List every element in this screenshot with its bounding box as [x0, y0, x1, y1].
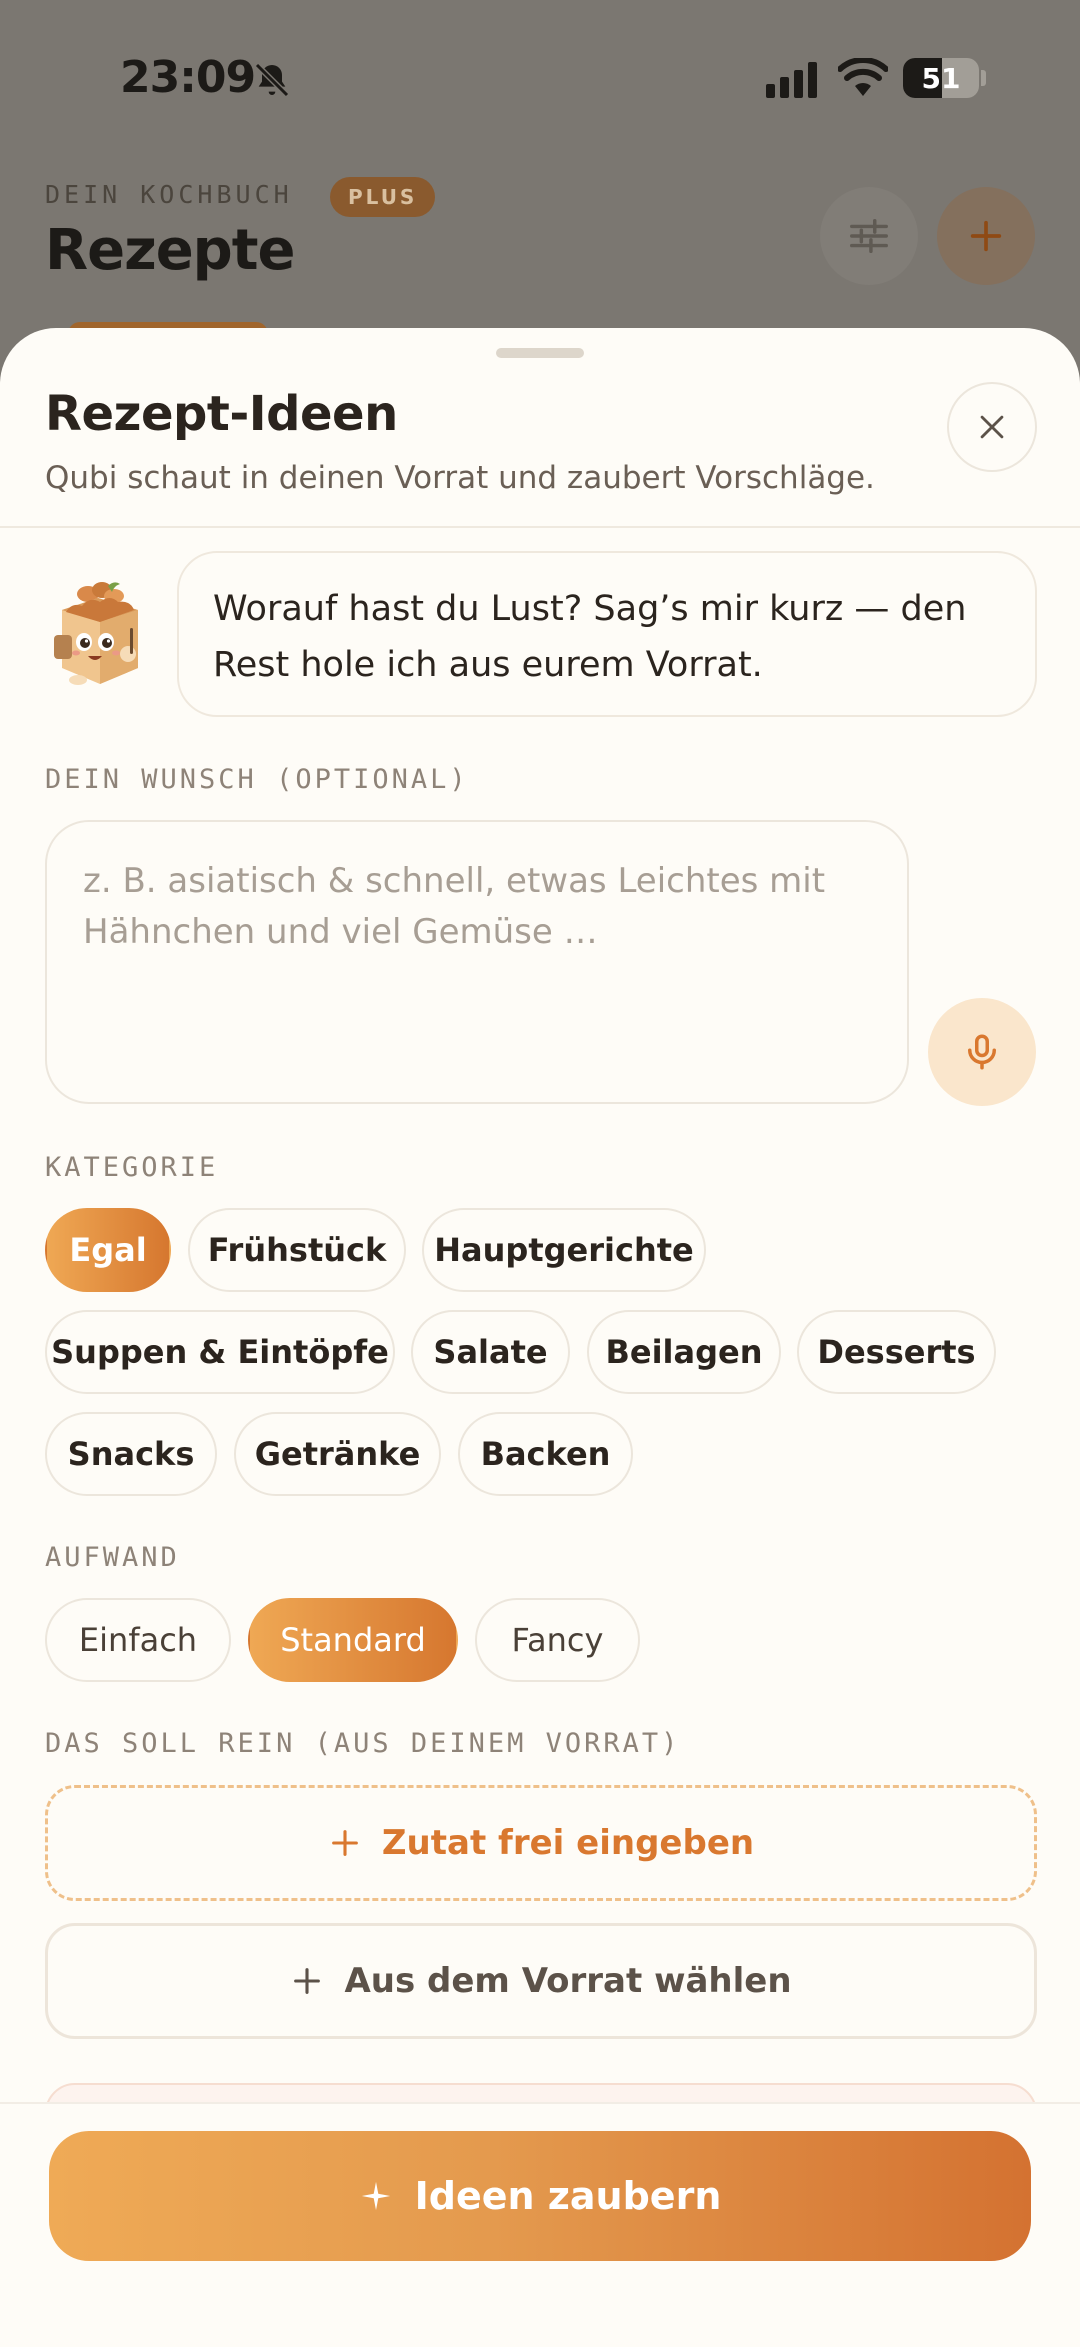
category-chip-fruehstueck[interactable]: Frühstück	[188, 1208, 406, 1292]
pantry-select-button[interactable]: Aus dem Vorrat wählen	[45, 1923, 1037, 2039]
battery-icon: 51	[903, 58, 979, 98]
battery-tip	[981, 70, 986, 86]
assistant-message: Worauf hast du Lust? Sag’s mir kurz — de…	[177, 551, 1037, 717]
drag-handle[interactable]	[496, 348, 584, 358]
category-chip-suppen[interactable]: Suppen & Eintöpfe	[45, 1310, 395, 1394]
mascot-icon	[54, 582, 138, 685]
plus-icon	[294, 1968, 321, 1994]
category-chip-desserts[interactable]: Desserts	[797, 1310, 996, 1394]
sparkle-icon	[361, 2181, 390, 2211]
wifi-icon	[838, 58, 888, 96]
close-button[interactable]	[947, 382, 1037, 472]
page-title: Rezepte	[45, 218, 296, 283]
sheet-title: Rezept-Ideen	[45, 386, 398, 442]
category-chip-snacks[interactable]: Snacks	[45, 1412, 217, 1496]
assistant-message-line: Worauf hast du Lust? Sag’s mir kurz — de…	[213, 589, 967, 629]
pantry-select-label: Aus dem Vorrat wählen	[344, 1961, 792, 2001]
plus-badge: PLUS	[330, 177, 436, 217]
cookbook-eyebrow: DEIN KOCHBUCH	[45, 180, 293, 209]
generate-ideas-label: Ideen zaubern	[414, 2174, 722, 2218]
plus-icon	[332, 1830, 358, 1856]
category-chip-backen[interactable]: Backen	[458, 1412, 633, 1496]
category-chip-salate[interactable]: Salate	[411, 1310, 570, 1394]
category-chip-beilagen[interactable]: Beilagen	[587, 1310, 781, 1394]
close-icon	[980, 415, 1004, 439]
plus-icon	[970, 220, 1002, 252]
category-chip-getraenke[interactable]: Getränke	[234, 1412, 441, 1496]
microphone-icon	[968, 1034, 996, 1070]
effort-chip-fancy[interactable]: Fancy	[475, 1598, 640, 1682]
sheet-subtitle: Qubi schaut in deinen Vorrat und zaubert…	[45, 460, 875, 496]
signal-icon	[766, 62, 817, 98]
recipe-ideas-sheet: Rezept-Ideen Qubi schaut in deinen Vorra…	[0, 328, 1080, 2347]
status-time: 23:09	[120, 52, 256, 103]
status-bar: 23:09 51	[0, 0, 1080, 160]
microphone-button[interactable]	[928, 998, 1036, 1106]
battery-percentage: 51	[921, 62, 961, 95]
wish-label: DEIN WUNSCH (OPTIONAL)	[45, 764, 469, 795]
effort-chip-standard[interactable]: Standard	[248, 1598, 458, 1682]
effort-label: AUFWAND	[45, 1542, 180, 1573]
filter-button[interactable]	[820, 187, 918, 285]
category-chip-egal[interactable]: Egal	[45, 1208, 171, 1292]
assistant-message-line: Rest hole ich aus eurem Vorrat.	[213, 645, 763, 685]
free-ingredient-label: Zutat frei eingeben	[381, 1823, 755, 1863]
header-divider	[0, 526, 1080, 528]
generate-ideas-button[interactable]: Ideen zaubern	[49, 2131, 1031, 2261]
category-chip-hauptgerichte[interactable]: Hauptgerichte	[422, 1208, 706, 1292]
wish-input[interactable]	[45, 820, 909, 1104]
ingredients-label: DAS SOLL REIN (AUS DEINEM VORRAT)	[45, 1728, 681, 1759]
bell-slash-icon	[254, 62, 290, 98]
effort-chip-einfach[interactable]: Einfach	[45, 1598, 231, 1682]
add-recipe-button[interactable]	[937, 187, 1035, 285]
free-ingredient-button[interactable]: Zutat frei eingeben	[45, 1785, 1037, 1901]
category-label: KATEGORIE	[45, 1152, 219, 1183]
sliders-icon	[850, 218, 888, 254]
